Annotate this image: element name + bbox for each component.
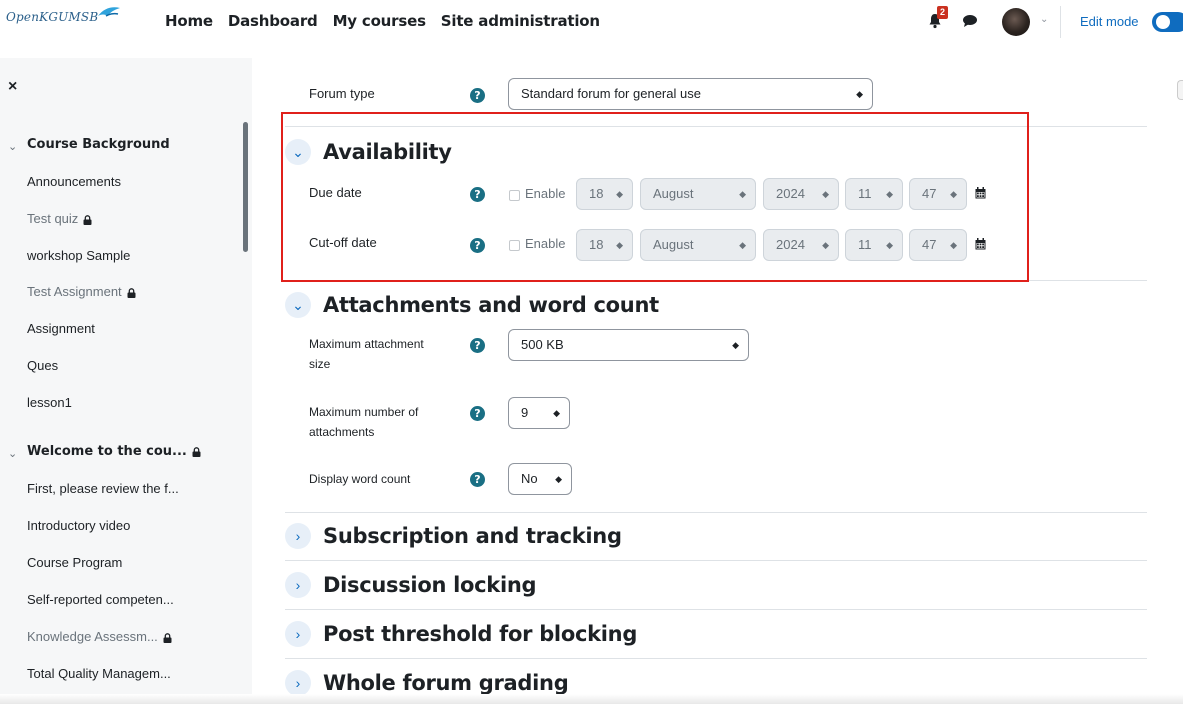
chevron-down-icon[interactable]: ⌄ — [1040, 14, 1048, 25]
sidebar-item-assignment[interactable]: Assignment — [27, 321, 95, 336]
nav-my-courses[interactable]: My courses — [333, 12, 426, 30]
select-arrow-icon: ◆ — [856, 89, 863, 99]
help-icon[interactable]: ? — [470, 338, 485, 353]
right-drawer-handle[interactable] — [1177, 80, 1183, 100]
sidebar-item-ques[interactable]: Ques — [27, 358, 58, 373]
bottom-edge — [0, 694, 1183, 704]
forum-type-value: Standard forum for general use — [521, 86, 701, 101]
divider — [285, 609, 1147, 610]
post-threshold-header[interactable]: › Post threshold for blocking — [285, 621, 637, 647]
forum-type-label: Forum type — [309, 86, 375, 101]
nav-dashboard[interactable]: Dashboard — [228, 12, 318, 30]
sidebar-item-first-review[interactable]: First, please review the f... — [27, 481, 179, 496]
sidebar-item-label: Knowledge Assessm... — [27, 629, 158, 644]
close-sidebar-button[interactable]: × — [8, 78, 17, 96]
chevron-down-icon[interactable]: ⌄ — [8, 140, 17, 153]
chevron-down-icon[interactable]: ⌄ — [285, 292, 311, 318]
site-logo[interactable]: OpenKGUMSB — [6, 7, 120, 24]
site-logo-text: OpenKGUMSB — [6, 10, 99, 24]
chevron-right-icon[interactable]: › — [285, 621, 311, 647]
label-line: size — [309, 357, 331, 371]
whole-forum-grading-header[interactable]: › Whole forum grading — [285, 670, 569, 696]
sidebar-item-test-assignment[interactable]: Test Assignment — [27, 284, 136, 299]
attachments-title: Attachments and word count — [323, 293, 659, 317]
help-icon[interactable]: ? — [470, 406, 485, 421]
sidebar-item-course-program[interactable]: Course Program — [27, 555, 122, 570]
label-line: attachments — [309, 425, 375, 439]
lock-icon — [163, 632, 172, 643]
discussion-locking-header[interactable]: › Discussion locking — [285, 572, 537, 598]
chevron-right-icon[interactable]: › — [285, 572, 311, 598]
sidebar-item-knowledge-assessment[interactable]: Knowledge Assessm... — [27, 629, 172, 644]
sidebar-item-workshop-sample[interactable]: workshop Sample — [27, 248, 130, 263]
label-line: Maximum number of — [309, 405, 419, 419]
help-icon[interactable]: ? — [470, 88, 485, 103]
select-arrow-icon: ◆ — [555, 474, 562, 484]
nav-home[interactable]: Home — [165, 12, 213, 30]
sidebar-item-announcements[interactable]: Announcements — [27, 174, 121, 189]
sidebar-item-total-quality[interactable]: Total Quality Managem... — [27, 666, 171, 681]
course-index-sidebar: × ⌄ Course Background Announcements Test… — [0, 58, 252, 704]
divider — [285, 560, 1147, 561]
whole-forum-grading-title: Whole forum grading — [323, 671, 569, 695]
divider — [285, 512, 1147, 513]
max-attachments-select[interactable]: 9 ◆ — [508, 397, 570, 429]
discussion-locking-title: Discussion locking — [323, 573, 537, 597]
max-attachment-size-select[interactable]: 500 KB ◆ — [508, 329, 749, 361]
sidebar-item-label: Test quiz — [27, 211, 79, 226]
lock-icon — [83, 214, 92, 225]
edit-mode-toggle[interactable] — [1152, 12, 1183, 32]
divider — [285, 658, 1147, 659]
display-word-count-label: Display word count — [309, 472, 411, 486]
display-word-count-select[interactable]: No ◆ — [508, 463, 572, 495]
avatar[interactable] — [1002, 8, 1030, 36]
chevron-right-icon[interactable]: › — [285, 670, 311, 696]
sidebar-section-course-background[interactable]: Course Background — [27, 137, 170, 152]
label-line: Maximum attachment — [309, 337, 424, 351]
max-attachments-value: 9 — [521, 405, 529, 420]
attachments-header[interactable]: ⌄ Attachments and word count — [285, 292, 659, 318]
chat-icon[interactable] — [962, 14, 978, 28]
select-arrow-icon: ◆ — [732, 340, 739, 350]
select-arrow-icon: ◆ — [553, 408, 560, 418]
edit-mode-label: Edit mode — [1080, 14, 1139, 29]
subscription-tracking-header[interactable]: › Subscription and tracking — [285, 523, 622, 549]
sidebar-section-label: Welcome to the cou... — [27, 444, 187, 459]
sidebar-item-test-quiz[interactable]: Test quiz — [27, 211, 92, 226]
nav-divider — [1060, 6, 1061, 38]
sidebar-item-introductory-video[interactable]: Introductory video — [27, 518, 130, 533]
notification-count-badge: 2 — [937, 6, 948, 19]
chevron-down-icon[interactable]: ⌄ — [8, 447, 17, 460]
sidebar-item-self-reported[interactable]: Self-reported competen... — [27, 592, 174, 607]
sidebar-section-welcome[interactable]: Welcome to the cou... — [27, 444, 201, 459]
max-attachment-size-value: 500 KB — [521, 337, 564, 352]
availability-highlight-box — [281, 112, 1029, 282]
chevron-right-icon[interactable]: › — [285, 523, 311, 549]
subscription-tracking-title: Subscription and tracking — [323, 524, 622, 548]
forum-type-select[interactable]: Standard forum for general use ◆ — [508, 78, 873, 110]
display-word-count-value: No — [521, 471, 538, 486]
lock-icon — [192, 446, 201, 457]
top-navbar: OpenKGUMSB Home Dashboard My courses Sit… — [0, 0, 1183, 44]
toggle-knob — [1156, 15, 1170, 29]
max-attachment-size-label: Maximum attachment size — [309, 334, 424, 374]
sidebar-item-label: Test Assignment — [27, 284, 122, 299]
primary-nav: Home Dashboard My courses Site administr… — [165, 12, 615, 30]
sidebar-item-lesson1[interactable]: lesson1 — [27, 395, 72, 410]
lock-icon — [127, 287, 136, 298]
max-attachments-label: Maximum number of attachments — [309, 402, 418, 442]
post-threshold-title: Post threshold for blocking — [323, 622, 638, 646]
help-icon[interactable]: ? — [470, 472, 485, 487]
nav-site-administration[interactable]: Site administration — [441, 12, 600, 30]
sidebar-scrollbar[interactable] — [243, 122, 248, 252]
bird-icon — [98, 7, 120, 17]
